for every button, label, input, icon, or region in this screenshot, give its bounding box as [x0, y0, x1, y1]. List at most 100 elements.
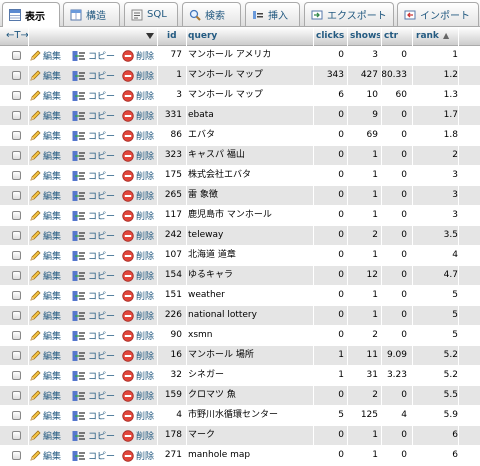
- copy-button[interactable]: コピー: [72, 126, 115, 145]
- edit-button[interactable]: 編集: [29, 126, 61, 145]
- tab-import[interactable]: インポート: [397, 2, 479, 26]
- edit-button[interactable]: 編集: [29, 46, 61, 65]
- tab-structure[interactable]: 構造: [63, 2, 120, 26]
- copy-button[interactable]: コピー: [72, 386, 115, 405]
- edit-button[interactable]: 編集: [29, 86, 61, 105]
- delete-button[interactable]: 削除: [122, 406, 154, 425]
- edit-button[interactable]: 編集: [29, 446, 61, 465]
- tab-browse[interactable]: 表示: [2, 2, 60, 27]
- edit-button[interactable]: 編集: [29, 306, 61, 325]
- row-checkbox[interactable]: [12, 51, 21, 60]
- edit-button[interactable]: 編集: [29, 66, 61, 85]
- copy-button[interactable]: コピー: [72, 426, 115, 445]
- copy-button[interactable]: コピー: [72, 186, 115, 205]
- copy-button[interactable]: コピー: [72, 446, 115, 465]
- copy-button[interactable]: コピー: [72, 366, 115, 385]
- delete-button[interactable]: 削除: [122, 426, 154, 445]
- delete-button[interactable]: 削除: [122, 246, 154, 265]
- row-checkbox[interactable]: [12, 451, 21, 460]
- delete-button[interactable]: 削除: [122, 346, 154, 365]
- copy-button[interactable]: コピー: [72, 66, 115, 85]
- edit-button[interactable]: 編集: [29, 186, 61, 205]
- tab-sql[interactable]: SQL: [124, 2, 178, 26]
- edit-button[interactable]: 編集: [29, 286, 61, 305]
- delete-button[interactable]: 削除: [122, 446, 154, 465]
- copy-button[interactable]: コピー: [72, 226, 115, 245]
- delete-button[interactable]: 削除: [122, 66, 154, 85]
- row-checkbox[interactable]: [12, 111, 21, 120]
- row-checkbox[interactable]: [12, 71, 21, 80]
- column-move-arrows[interactable]: ←T→: [6, 27, 56, 45]
- delete-button[interactable]: 削除: [122, 106, 154, 125]
- delete-button[interactable]: 削除: [122, 46, 154, 65]
- edit-button[interactable]: 編集: [29, 386, 61, 405]
- delete-button[interactable]: 削除: [122, 86, 154, 105]
- options-dropdown-icon[interactable]: [146, 33, 154, 39]
- delete-button[interactable]: 削除: [122, 186, 154, 205]
- row-checkbox[interactable]: [12, 231, 21, 240]
- edit-button[interactable]: 編集: [29, 206, 61, 225]
- edit-button[interactable]: 編集: [29, 266, 61, 285]
- edit-button[interactable]: 編集: [29, 226, 61, 245]
- delete-button[interactable]: 削除: [122, 146, 154, 165]
- delete-button[interactable]: 削除: [122, 166, 154, 185]
- copy-button[interactable]: コピー: [72, 86, 115, 105]
- copy-button[interactable]: コピー: [72, 406, 115, 425]
- header-clicks[interactable]: clicks: [316, 27, 346, 45]
- copy-button[interactable]: コピー: [72, 106, 115, 125]
- delete-button[interactable]: 削除: [122, 366, 154, 385]
- copy-button[interactable]: コピー: [72, 146, 115, 165]
- copy-button[interactable]: コピー: [72, 206, 115, 225]
- edit-button[interactable]: 編集: [29, 146, 61, 165]
- copy-button[interactable]: コピー: [72, 286, 115, 305]
- delete-button[interactable]: 削除: [122, 326, 154, 345]
- delete-button[interactable]: 削除: [122, 386, 154, 405]
- row-checkbox[interactable]: [12, 431, 21, 440]
- copy-button[interactable]: コピー: [72, 46, 115, 65]
- edit-button[interactable]: 編集: [29, 406, 61, 425]
- row-checkbox[interactable]: [12, 131, 21, 140]
- delete-button[interactable]: 削除: [122, 286, 154, 305]
- copy-button[interactable]: コピー: [72, 306, 115, 325]
- row-checkbox[interactable]: [12, 151, 21, 160]
- row-checkbox[interactable]: [12, 191, 21, 200]
- row-checkbox[interactable]: [12, 391, 21, 400]
- copy-button[interactable]: コピー: [72, 266, 115, 285]
- tab-insert[interactable]: 挿入: [245, 2, 300, 26]
- row-checkbox[interactable]: [12, 251, 21, 260]
- edit-button[interactable]: 編集: [29, 326, 61, 345]
- row-checkbox[interactable]: [12, 291, 21, 300]
- delete-button[interactable]: 削除: [122, 266, 154, 285]
- delete-button[interactable]: 削除: [122, 306, 154, 325]
- edit-button[interactable]: 編集: [29, 366, 61, 385]
- row-checkbox[interactable]: [12, 211, 21, 220]
- edit-button[interactable]: 編集: [29, 346, 61, 365]
- tab-export[interactable]: エクスポート: [304, 2, 394, 26]
- header-id[interactable]: id: [167, 27, 187, 45]
- delete-button[interactable]: 削除: [122, 126, 154, 145]
- row-checkbox[interactable]: [12, 371, 21, 380]
- delete-button[interactable]: 削除: [122, 226, 154, 245]
- edit-button[interactable]: 編集: [29, 246, 61, 265]
- edit-button[interactable]: 編集: [29, 106, 61, 125]
- copy-button[interactable]: コピー: [72, 166, 115, 185]
- row-checkbox[interactable]: [12, 271, 21, 280]
- tab-search[interactable]: 検索: [182, 2, 241, 26]
- row-checkbox[interactable]: [12, 331, 21, 340]
- header-rank[interactable]: rank: [416, 27, 440, 45]
- edit-button[interactable]: 編集: [29, 426, 61, 445]
- row-checkbox[interactable]: [12, 311, 21, 320]
- header-shows[interactable]: shows: [350, 27, 380, 45]
- row-checkbox[interactable]: [12, 91, 21, 100]
- delete-button[interactable]: 削除: [122, 206, 154, 225]
- copy-button[interactable]: コピー: [72, 246, 115, 265]
- row-checkbox[interactable]: [12, 351, 21, 360]
- cell-query: キャスパ 福山: [188, 150, 245, 160]
- header-query[interactable]: query: [188, 27, 268, 45]
- row-checkbox[interactable]: [12, 411, 21, 420]
- row-checkbox[interactable]: [12, 171, 21, 180]
- edit-button[interactable]: 編集: [29, 166, 61, 185]
- header-ctr[interactable]: ctr: [384, 27, 410, 45]
- copy-button[interactable]: コピー: [72, 326, 115, 345]
- copy-button[interactable]: コピー: [72, 346, 115, 365]
